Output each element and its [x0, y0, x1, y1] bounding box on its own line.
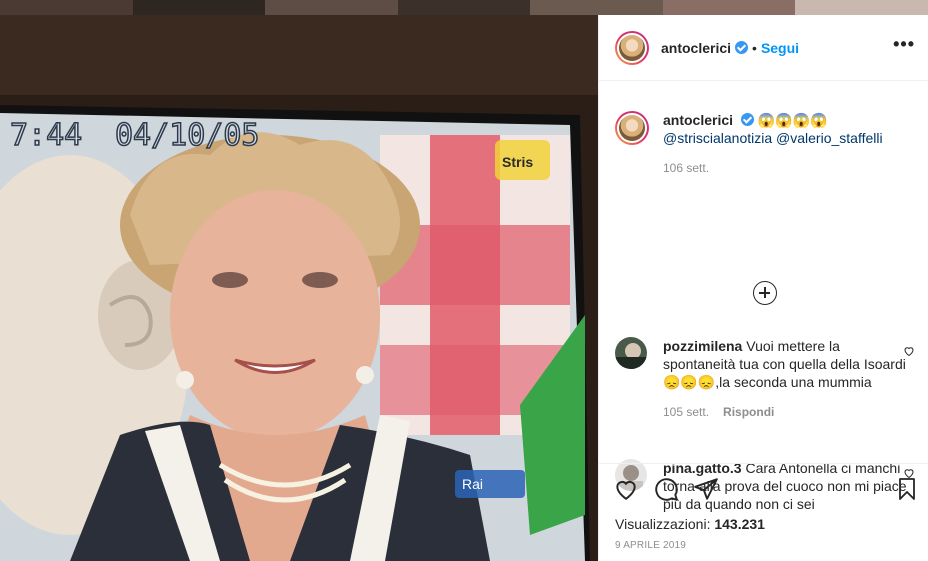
comment-username[interactable]: pozzimilena	[663, 338, 742, 354]
mention-valerio-staffelli[interactable]: @valerio_staffelli	[776, 130, 883, 146]
views-count: Visualizzazioni: 143.231	[615, 516, 765, 532]
vhs-timestamp: 7:44 04/10/05	[9, 117, 260, 154]
like-icon[interactable]	[613, 476, 639, 502]
follow-button[interactable]: Segui	[761, 40, 799, 56]
mention-striscialanotizia[interactable]: @striscialanotizia	[663, 130, 772, 146]
caption-time: 106 sett.	[663, 161, 710, 175]
tv-photo: Stris Rai 7:44 04/10/05	[0, 15, 598, 561]
comment-row: pozzimilena Vuoi mettere la spontaneità …	[615, 337, 915, 421]
author-avatar[interactable]	[615, 30, 649, 65]
svg-text:04/10/05: 04/10/05	[115, 118, 260, 153]
caption-emojis: 😱😱😱😱	[757, 112, 828, 128]
load-more-icon[interactable]	[753, 281, 777, 305]
comment-time: 105 sett.	[663, 405, 710, 419]
save-button[interactable]	[895, 476, 919, 502]
svg-text:7:44: 7:44	[10, 118, 82, 153]
striscia-logo: Stris	[495, 140, 550, 180]
more-icon[interactable]: •••	[893, 35, 915, 53]
top-photo-strip	[0, 0, 928, 15]
svg-text:Rai: Rai	[462, 476, 483, 492]
separator-dot: •	[752, 39, 757, 56]
caption-username[interactable]: antoclerici	[663, 112, 733, 128]
heart-icon[interactable]	[903, 345, 915, 357]
post-header: antoclerici • Segui •••	[599, 15, 928, 81]
verified-icon	[740, 113, 754, 126]
post-date: 9 APRILE 2019	[615, 540, 686, 551]
share-icon[interactable]	[693, 476, 719, 502]
post-media[interactable]: Stris Rai 7:44 04/10/05	[0, 15, 598, 561]
rai-channel-logo: Rai	[455, 470, 525, 498]
save-icon[interactable]	[895, 476, 919, 502]
svg-text:Stris: Stris	[502, 154, 533, 170]
post-actions: Visualizzazioni: 143.231 9 APRILE 2019	[599, 463, 928, 561]
reply-button[interactable]: Rispondi	[723, 405, 774, 419]
verified-icon	[735, 41, 749, 54]
comment-icon[interactable]	[653, 476, 679, 502]
post-side-panel: antoclerici • Segui ••• antoclerici 😱😱😱😱…	[598, 15, 928, 561]
author-username[interactable]: antoclerici	[661, 40, 731, 56]
caption-avatar[interactable]	[615, 111, 649, 145]
caption-row: antoclerici 😱😱😱😱 @striscialanotizia @val…	[615, 111, 915, 177]
commenter-avatar[interactable]	[615, 337, 647, 369]
